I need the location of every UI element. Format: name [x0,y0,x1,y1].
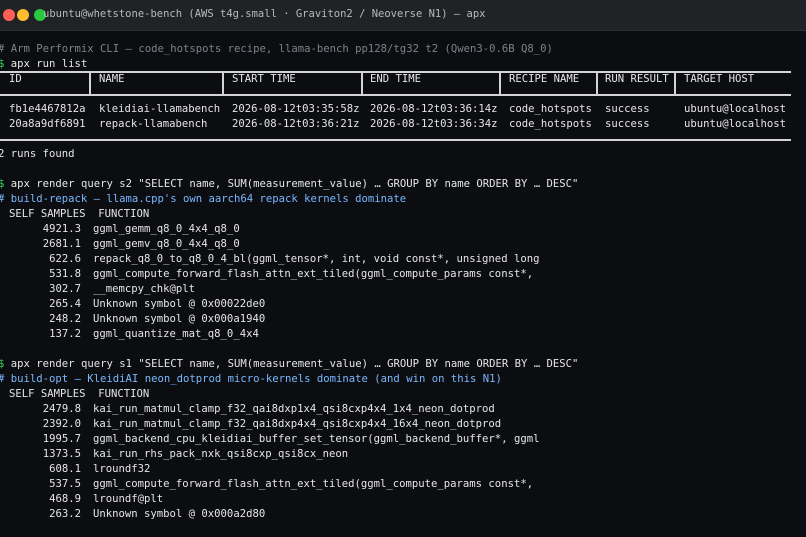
self-samples-value: 1373.5 [42,448,81,460]
function-name: ggml_compute_forward_flash_attn_ext_tile… [93,268,534,280]
window-titlebar: ubuntu@whetstone-bench (AWS t4g.small · … [0,0,806,31]
table-header-divider [0,94,791,96]
table-column-separator [89,71,91,96]
function-name: ggml_gemm_q8_0_4x4_q8_0 [93,223,240,235]
table-cell-name: repack-llamabench [99,118,208,130]
header-comment: # Arm Performix CLI — code_hotspots reci… [0,43,553,55]
table-cell-id: fb1e4467812a [9,103,86,115]
prompt-symbol: $ [0,178,5,190]
self-samples-value: 265.4 [49,298,81,310]
self-samples-value: 137.2 [49,328,81,340]
self-samples-value: 263.2 [49,508,81,520]
query-s1-comment: # build-opt — KleidiAI neon_dotprod micr… [0,373,502,385]
function-name: __memcpy_chk@plt [93,283,196,295]
window-title: ubuntu@whetstone-bench (AWS t4g.small · … [43,8,486,20]
self-samples-value: 2392.0 [42,418,81,430]
table-cell-start-time: 2026-08-12t03:35:58z [232,103,360,115]
table-cell-recipe-name: code_hotspots [509,118,592,130]
function-name: ggml_compute_forward_flash_attn_ext_tile… [93,478,534,490]
function-name: lroundf@plt [93,493,164,505]
self-samples-value: 622.6 [49,253,81,265]
table-cell-recipe-name: code_hotspots [509,103,592,115]
table-cell-end-time: 2026-08-12t03:36:34z [370,118,498,130]
query-s1-header: SELF SAMPLES FUNCTION [9,388,150,400]
function-name: repack_q8_0_to_q8_0_4_bl(ggml_tensor*, i… [93,253,540,265]
self-samples-value: 1995.7 [42,433,81,445]
self-samples-value: 2681.1 [42,238,81,250]
column-header-name: NAME [99,73,125,85]
column-header-run-result: RUN RESULT [605,73,669,85]
command-text: apx run list [10,58,88,70]
table-column-separator [222,71,224,96]
self-samples-value: 531.8 [49,268,81,280]
table-cell-name: kleidiai-llamabench [99,103,221,115]
command-line-query-s2: $ apx render query s2 "SELECT name, SUM(… [0,177,578,192]
function-name: Unknown symbol @ 0x000a1940 [93,313,266,325]
function-name: ggml_quantize_mat_q8_0_4x4 [93,328,259,340]
table-cell-run-result: success [605,118,650,130]
function-name: Unknown symbol @ 0x00022de0 [93,298,266,310]
command-text: apx render query s1 "SELECT name, SUM(me… [10,358,579,370]
table-bottom-border [0,139,791,141]
self-samples-value: 248.2 [49,313,81,325]
table-cell-start-time: 2026-08-12t03:36:21z [232,118,360,130]
table-cell-end-time: 2026-08-12t03:36:14z [370,103,498,115]
table-column-separator [499,71,501,96]
table-column-separator [361,71,363,96]
self-samples-value: 302.7 [49,283,81,295]
function-name: ggml_backend_cpu_kleidiai_buffer_set_ten… [93,433,540,445]
table-cell-id: 20a8a9df6891 [9,118,86,130]
minimize-window-button[interactable] [17,9,29,21]
column-header-recipe-name: RECIPE NAME [509,73,580,85]
table-cell-run-result: success [605,103,650,115]
query-s2-header: SELF SAMPLES FUNCTION [9,208,150,220]
function-name: ggml_gemv_q8_0_4x4_q8_0 [93,238,240,250]
column-header-target-host: TARGET HOST [684,73,755,85]
close-window-button[interactable] [3,9,15,21]
terminal-output[interactable]: # Arm Performix CLI — code_hotspots reci… [0,30,806,537]
table-column-separator [674,71,676,96]
prompt-symbol: $ [0,58,5,70]
table-column-separator [596,71,598,96]
function-name: lroundf32 [93,463,151,475]
command-text: apx render query s2 "SELECT name, SUM(me… [10,178,579,190]
function-name: kai_run_matmul_clamp_f32_qai8dxp4x4_qsi8… [93,418,502,430]
query-s2-comment: # build-repack — llama.cpp's own aarch64… [0,193,407,205]
command-line-query-s1: $ apx render query s1 "SELECT name, SUM(… [0,357,578,372]
table-cell-target-host: ubuntu@localhost [684,118,787,130]
self-samples-value: 608.1 [49,463,81,475]
column-header-end-time: END TIME [370,73,422,85]
self-samples-value: 468.9 [49,493,81,505]
column-header-start-time: START TIME [232,73,296,85]
function-name: kai_run_rhs_pack_nxk_qsi8cxp_qsi8cx_neon [93,448,349,460]
column-header-id: ID [9,73,22,85]
command-line-run-list: $ apx run list [0,57,87,72]
self-samples-value: 2479.8 [42,403,81,415]
self-samples-value: 4921.3 [42,223,81,235]
self-samples-value: 537.5 [49,478,81,490]
function-name: kai_run_matmul_clamp_f32_qai8dxp1x4_qsi8… [93,403,495,415]
runs-found-summary: 2 runs found [0,148,75,160]
function-name: Unknown symbol @ 0x000a2d80 [93,508,266,520]
prompt-symbol: $ [0,358,5,370]
table-cell-target-host: ubuntu@localhost [684,103,787,115]
